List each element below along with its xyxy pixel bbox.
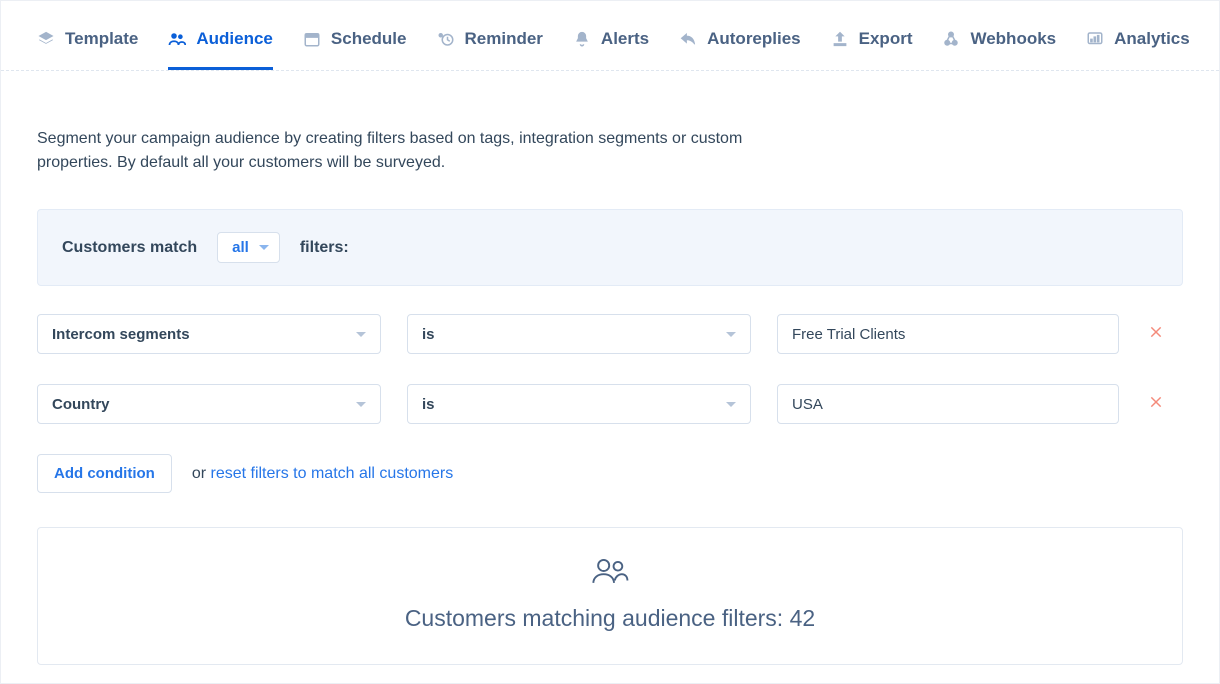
chart-icon bbox=[1086, 30, 1104, 48]
tab-label: Webhooks bbox=[970, 29, 1056, 49]
chevron-down-icon bbox=[356, 332, 366, 337]
filter-list: Intercom segments is Free Trial Clients bbox=[37, 314, 1183, 424]
tab-bar: Template Audience Schedule Reminder Aler bbox=[1, 1, 1219, 71]
filter-operator-value: is bbox=[422, 326, 435, 343]
match-mode-bar: Customers match all filters: bbox=[37, 209, 1183, 286]
filter-attribute-select[interactable]: Country bbox=[37, 384, 381, 424]
matching-customers-text: Customers matching audience filters: 42 bbox=[405, 605, 815, 632]
tab-label: Alerts bbox=[601, 29, 649, 49]
tab-label: Export bbox=[859, 29, 913, 49]
matching-customers-count: 42 bbox=[790, 605, 816, 631]
filter-attribute-value: Intercom segments bbox=[52, 326, 190, 343]
webhook-icon bbox=[942, 30, 960, 48]
users-icon bbox=[168, 30, 186, 48]
filter-operator-select[interactable]: is bbox=[407, 314, 751, 354]
add-condition-button[interactable]: Add condition bbox=[37, 454, 172, 493]
chevron-down-icon bbox=[726, 332, 736, 337]
tab-label: Autoreplies bbox=[707, 29, 801, 49]
bell-icon bbox=[573, 30, 591, 48]
filter-operator-select[interactable]: is bbox=[407, 384, 751, 424]
tab-analytics[interactable]: Analytics bbox=[1086, 1, 1190, 70]
close-icon bbox=[1148, 324, 1164, 345]
upload-icon bbox=[831, 30, 849, 48]
audience-description: Segment your campaign audience by creati… bbox=[37, 127, 777, 175]
tab-label: Analytics bbox=[1114, 29, 1190, 49]
layers-icon bbox=[37, 30, 55, 48]
remove-filter-button[interactable] bbox=[1145, 394, 1167, 415]
matching-customers-card: Customers matching audience filters: 42 bbox=[37, 527, 1183, 665]
match-suffix: filters: bbox=[300, 239, 349, 257]
filter-value-input[interactable]: Free Trial Clients bbox=[777, 314, 1119, 354]
calendar-icon bbox=[303, 30, 321, 48]
filter-attribute-select[interactable]: Intercom segments bbox=[37, 314, 381, 354]
tab-label: Audience bbox=[196, 29, 273, 49]
tab-webhooks[interactable]: Webhooks bbox=[942, 1, 1056, 70]
tab-audience[interactable]: Audience bbox=[168, 1, 273, 70]
reset-filters-text: or reset filters to match all customers bbox=[192, 465, 453, 483]
chevron-down-icon bbox=[356, 402, 366, 407]
filter-value-input[interactable]: USA bbox=[777, 384, 1119, 424]
tab-template[interactable]: Template bbox=[37, 1, 138, 70]
tab-label: Template bbox=[65, 29, 138, 49]
match-mode-value: all bbox=[232, 239, 249, 256]
filter-row: Intercom segments is Free Trial Clients bbox=[37, 314, 1183, 354]
reset-filters-link[interactable]: reset filters to match all customers bbox=[210, 465, 453, 482]
clock-icon bbox=[437, 30, 455, 48]
filter-actions: Add condition or reset filters to match … bbox=[37, 454, 1183, 493]
chevron-down-icon bbox=[726, 402, 736, 407]
remove-filter-button[interactable] bbox=[1145, 324, 1167, 345]
tab-label: Schedule bbox=[331, 29, 407, 49]
reply-icon bbox=[679, 30, 697, 48]
match-mode-dropdown[interactable]: all bbox=[217, 232, 280, 263]
users-icon bbox=[591, 556, 629, 591]
match-prefix: Customers match bbox=[62, 239, 197, 257]
tab-export[interactable]: Export bbox=[831, 1, 913, 70]
filter-value-text: USA bbox=[792, 396, 823, 413]
tab-alerts[interactable]: Alerts bbox=[573, 1, 649, 70]
close-icon bbox=[1148, 394, 1164, 415]
chevron-down-icon bbox=[259, 245, 269, 250]
filter-row: Country is USA bbox=[37, 384, 1183, 424]
tab-reminder[interactable]: Reminder bbox=[437, 1, 543, 70]
filter-attribute-value: Country bbox=[52, 396, 110, 413]
filter-value-text: Free Trial Clients bbox=[792, 326, 905, 343]
tab-schedule[interactable]: Schedule bbox=[303, 1, 407, 70]
filter-operator-value: is bbox=[422, 396, 435, 413]
tab-autoreplies[interactable]: Autoreplies bbox=[679, 1, 801, 70]
tab-label: Reminder bbox=[465, 29, 543, 49]
